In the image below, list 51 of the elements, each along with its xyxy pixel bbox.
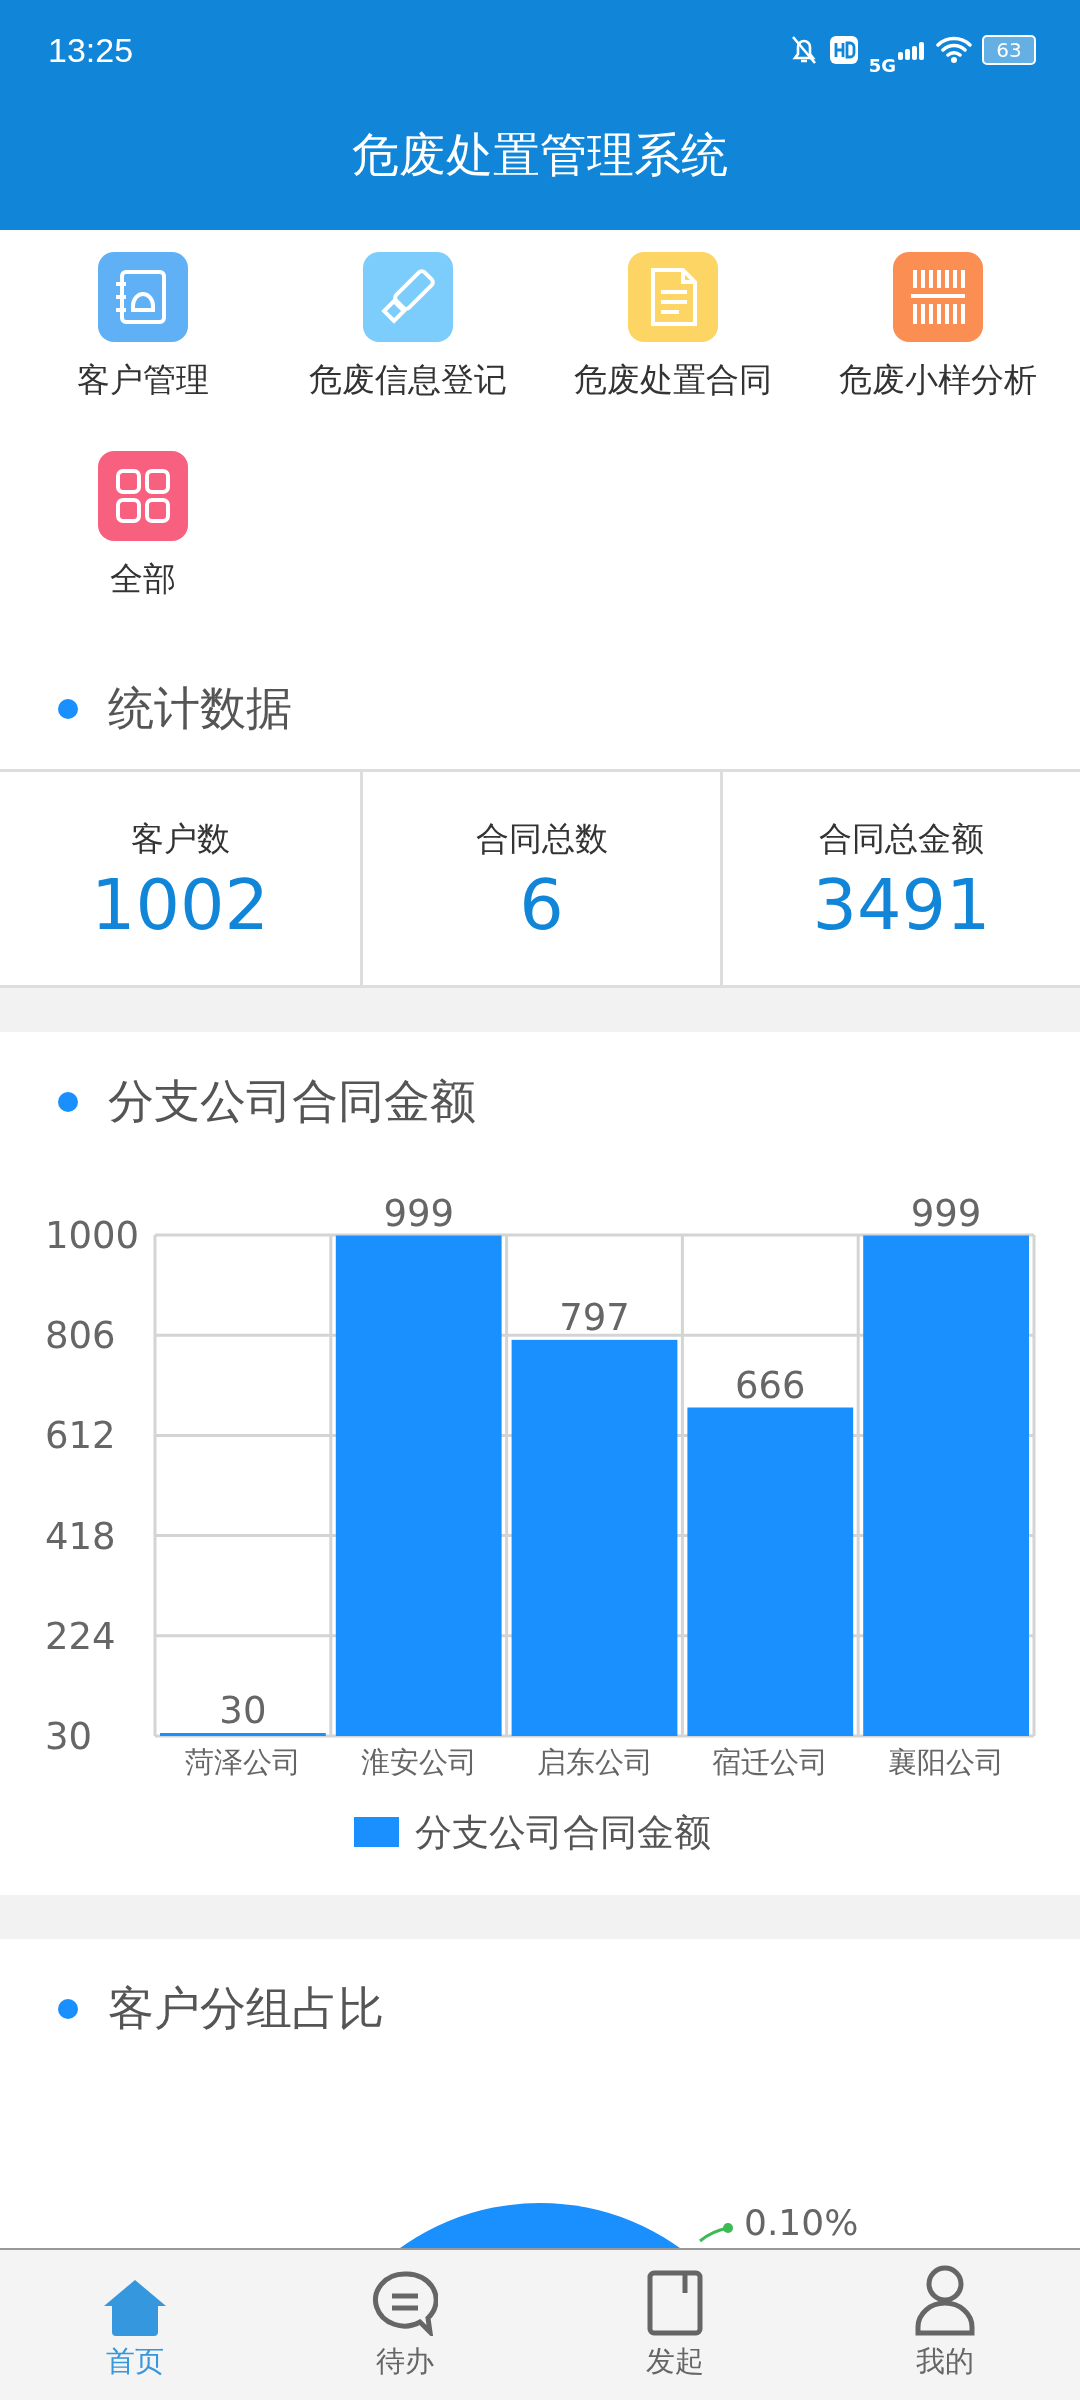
nav-tab[interactable]: 我的 — [810, 2250, 1080, 2400]
shortcut-button[interactable]: 全部 — [10, 451, 275, 602]
y-axis-label: 612 — [45, 1414, 116, 1458]
y-axis-label: 418 — [45, 1514, 116, 1558]
y-axis-label: 224 — [45, 1614, 116, 1658]
x-axis-label: 襄阳公司 — [888, 1745, 1005, 1779]
section-title: 分支公司合同金额 — [108, 1073, 476, 1130]
home-icon — [102, 2278, 168, 2336]
x-axis-label: 淮安公司 — [360, 1745, 477, 1779]
y-axis-label: 806 — [45, 1314, 116, 1358]
x-axis-label: 宿迁公司 — [712, 1745, 829, 1779]
shortcut-button[interactable]: 危废信息登记 — [275, 252, 540, 403]
user-icon — [914, 2264, 976, 2336]
status-time: 13:25 — [48, 30, 134, 70]
shortcut-button[interactable]: 危废处置合同 — [540, 252, 805, 403]
section-title: 客户分组占比 — [108, 1980, 384, 2037]
wifi-icon — [936, 36, 972, 64]
bullet-dot — [58, 1092, 78, 1112]
leader-line — [699, 2223, 733, 2243]
shortcut-button[interactable]: 危废小样分析 — [805, 252, 1070, 403]
bar-value-label: 666 — [735, 1363, 806, 1407]
x-axis-label: 启东公司 — [536, 1745, 653, 1779]
stat-value: 1002 — [90, 870, 270, 940]
chat-bubble-icon — [372, 2270, 438, 2336]
nav-tab[interactable]: 发起 — [540, 2250, 810, 2400]
stat-value: 6 — [519, 870, 564, 940]
stat-value: 3491 — [812, 870, 991, 940]
battery-indicator: 63 — [982, 35, 1036, 65]
app-title: 危废处置管理系统 — [352, 125, 728, 184]
bar-value-label: 30 — [219, 1689, 267, 1732]
nav-tab[interactable]: 待办 — [270, 2250, 540, 2400]
bar-value-label: 999 — [383, 1191, 454, 1235]
signal-icon — [898, 40, 926, 60]
bar-value-label: 999 — [910, 1191, 982, 1235]
stat-label: 合同总数 — [475, 818, 608, 860]
bullet-dot — [58, 699, 78, 719]
notebook-icon — [647, 2270, 703, 2336]
bullet-dot — [58, 1999, 78, 2019]
shortcut-button[interactable]: 客户管理 — [10, 252, 275, 403]
pie-percent-label: 0.10% — [744, 2202, 859, 2243]
network-label: 5G — [868, 54, 896, 76]
stat-label: 合同总金额 — [819, 818, 984, 860]
hd-icon — [828, 35, 859, 65]
y-axis-label: 1000 — [45, 1214, 140, 1257]
x-axis-label: 菏泽公司 — [184, 1745, 301, 1779]
legend-swatch — [354, 1817, 399, 1847]
bar-value-label: 797 — [559, 1295, 630, 1339]
legend-label: 分支公司合同金额 — [415, 1811, 711, 1854]
stat-label: 客户数 — [130, 818, 230, 860]
y-axis-label: 30 — [45, 1715, 93, 1758]
section-title: 统计数据 — [108, 680, 292, 737]
